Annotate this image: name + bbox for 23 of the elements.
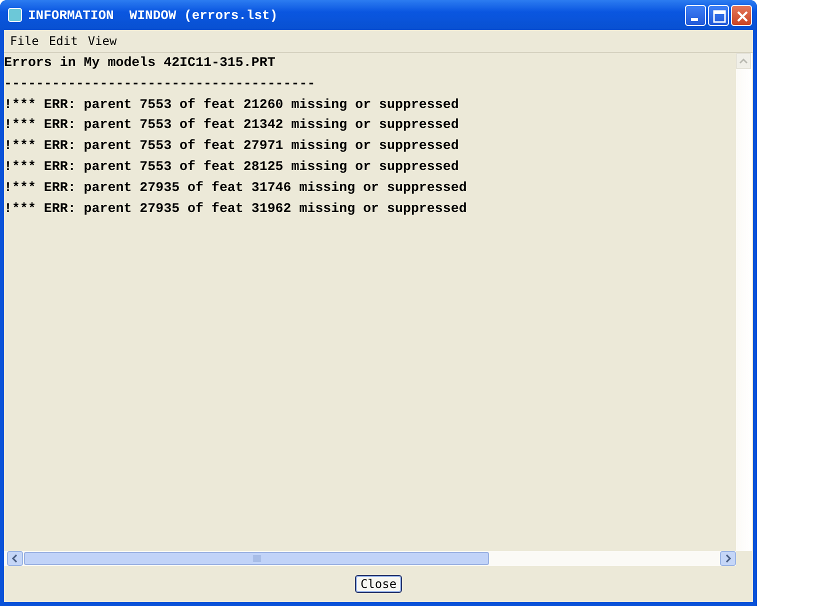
vertical-scrollbar[interactable] [736, 53, 752, 551]
text-line: !*** ERR: parent 27935 of feat 31746 missing or suppressed [4, 178, 468, 197]
text-line: !*** ERR: parent 7553 of feat 28125 missing or suppressed [4, 158, 460, 176]
minimize-button[interactable] [685, 4, 706, 26]
horizontal-scrollbar[interactable] [4, 551, 736, 566]
close-button[interactable]: Close [355, 575, 402, 593]
window-icon [8, 8, 22, 22]
minimize-icon [691, 18, 698, 20]
menu-item[interactable]: Edit [48, 34, 78, 48]
text-line: --------------------------------------- [4, 74, 316, 93]
window-title: INFORMATION WINDOW (errors.lst) [28, 8, 279, 22]
scroll-left-icon[interactable] [7, 551, 23, 566]
scroll-thumb[interactable] [24, 552, 489, 565]
maximize-button[interactable] [708, 4, 729, 26]
menu-item[interactable]: View [88, 34, 117, 48]
text-line: Errors in My models 42IC11-315.PRT [4, 54, 276, 72]
menu-item[interactable]: File [10, 34, 39, 48]
scroll-right-icon[interactable] [720, 551, 736, 566]
text-line: !*** ERR: parent 7553 of feat 21260 missing or suppressed [4, 96, 460, 114]
close-button[interactable] [731, 4, 752, 26]
text-line: !*** ERR: parent 27935 of feat 31962 missing or suppressed [4, 200, 468, 218]
text-line: !*** ERR: parent 7553 of feat 27971 missing or suppressed [4, 137, 460, 156]
text-line: !*** ERR: parent 7553 of feat 21342 missing or suppressed [4, 116, 460, 134]
